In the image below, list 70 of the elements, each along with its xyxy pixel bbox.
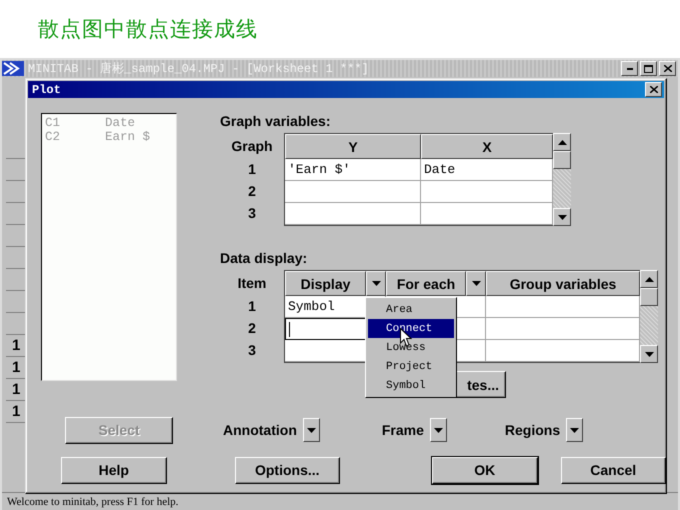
scroll-thumb[interactable] xyxy=(553,151,571,169)
column-header[interactable]: For each xyxy=(386,271,466,296)
minimize-button[interactable] xyxy=(621,61,638,76)
menu-item[interactable]: Symbol xyxy=(368,376,454,395)
column-header[interactable]: Display xyxy=(285,271,366,296)
row-number: 1 xyxy=(247,160,257,179)
row-number: 2 xyxy=(247,182,257,201)
menu-item[interactable]: Lowess xyxy=(368,338,454,357)
scrollbar[interactable] xyxy=(640,270,658,363)
dialog-button[interactable]: Cancel xyxy=(560,456,666,484)
section-label: Data display: xyxy=(220,250,308,268)
table-cell[interactable] xyxy=(486,340,640,362)
dialog-button[interactable]: OK xyxy=(432,456,538,484)
caret-icon xyxy=(472,281,480,286)
column-id: C1 xyxy=(45,116,62,130)
slide-title: 散点图中散点连接成线 xyxy=(38,16,258,43)
scroll-up-icon xyxy=(558,140,566,144)
dropdown-label: Frame xyxy=(382,422,424,438)
caret-icon xyxy=(434,428,443,432)
scroll-down-icon xyxy=(644,352,654,356)
row-number: 3 xyxy=(247,341,257,360)
dialog-title: Plot xyxy=(32,82,62,96)
column-header[interactable]: X xyxy=(421,134,553,159)
caret-icon xyxy=(570,428,580,432)
dropdown-button[interactable] xyxy=(466,271,486,296)
app-logo-icon xyxy=(2,61,24,76)
dropdown-button[interactable] xyxy=(302,418,320,442)
menu-item[interactable]: Project xyxy=(368,357,454,376)
row-label: Item xyxy=(236,274,268,292)
table-cell[interactable] xyxy=(486,296,640,318)
table-cell[interactable]: 'Earn $' xyxy=(285,159,421,181)
row-number: 2 xyxy=(247,319,257,338)
table-cell[interactable] xyxy=(421,203,553,225)
dropdown-button[interactable] xyxy=(566,418,584,442)
dialog-button[interactable]: Options... xyxy=(234,456,340,484)
table-cell[interactable] xyxy=(421,181,553,203)
caret-icon xyxy=(372,281,380,286)
table-cell[interactable] xyxy=(486,318,640,340)
dropdown-button[interactable] xyxy=(366,271,386,296)
section-label: Graph variables: xyxy=(220,113,332,131)
column-header[interactable]: Y xyxy=(285,134,421,159)
scrollbar[interactable] xyxy=(553,133,571,226)
table-cell[interactable] xyxy=(285,181,421,203)
dropdown-label: Annotation xyxy=(223,422,297,438)
row-label: Graph xyxy=(230,136,274,156)
row-number: 1 xyxy=(247,297,257,316)
maximize-icon xyxy=(644,64,653,72)
scroll-down-icon xyxy=(558,214,566,220)
table-cell[interactable]: Date xyxy=(421,159,553,181)
close-button[interactable] xyxy=(645,82,662,97)
column-name: Date xyxy=(105,116,136,130)
status-text: Welcome to minitab, press F1 for help. xyxy=(7,496,178,508)
column-header[interactable]: Group variables xyxy=(486,271,640,296)
maximize-button[interactable] xyxy=(640,61,657,76)
close-button[interactable] xyxy=(659,61,676,76)
dialog-button[interactable]: Help xyxy=(61,456,166,484)
close-icon xyxy=(650,86,658,93)
window-title: MINITAB - 唐彬_sample_04.MPJ - [Worksheet 1 ***] xyxy=(28,61,370,77)
minimize-icon xyxy=(626,68,632,70)
caret-icon xyxy=(306,428,316,432)
dropdown-button[interactable] xyxy=(430,418,447,442)
table-cell[interactable] xyxy=(285,203,421,225)
menu-item[interactable]: Connect xyxy=(368,319,454,338)
column-name: Earn $ xyxy=(105,130,150,144)
row-number: 3 xyxy=(247,204,257,223)
column-id: C2 xyxy=(45,130,62,144)
scroll-up-icon xyxy=(644,276,654,282)
close-icon xyxy=(664,65,672,72)
scroll-thumb[interactable] xyxy=(640,288,658,306)
dropdown-label: Regions xyxy=(504,422,560,438)
